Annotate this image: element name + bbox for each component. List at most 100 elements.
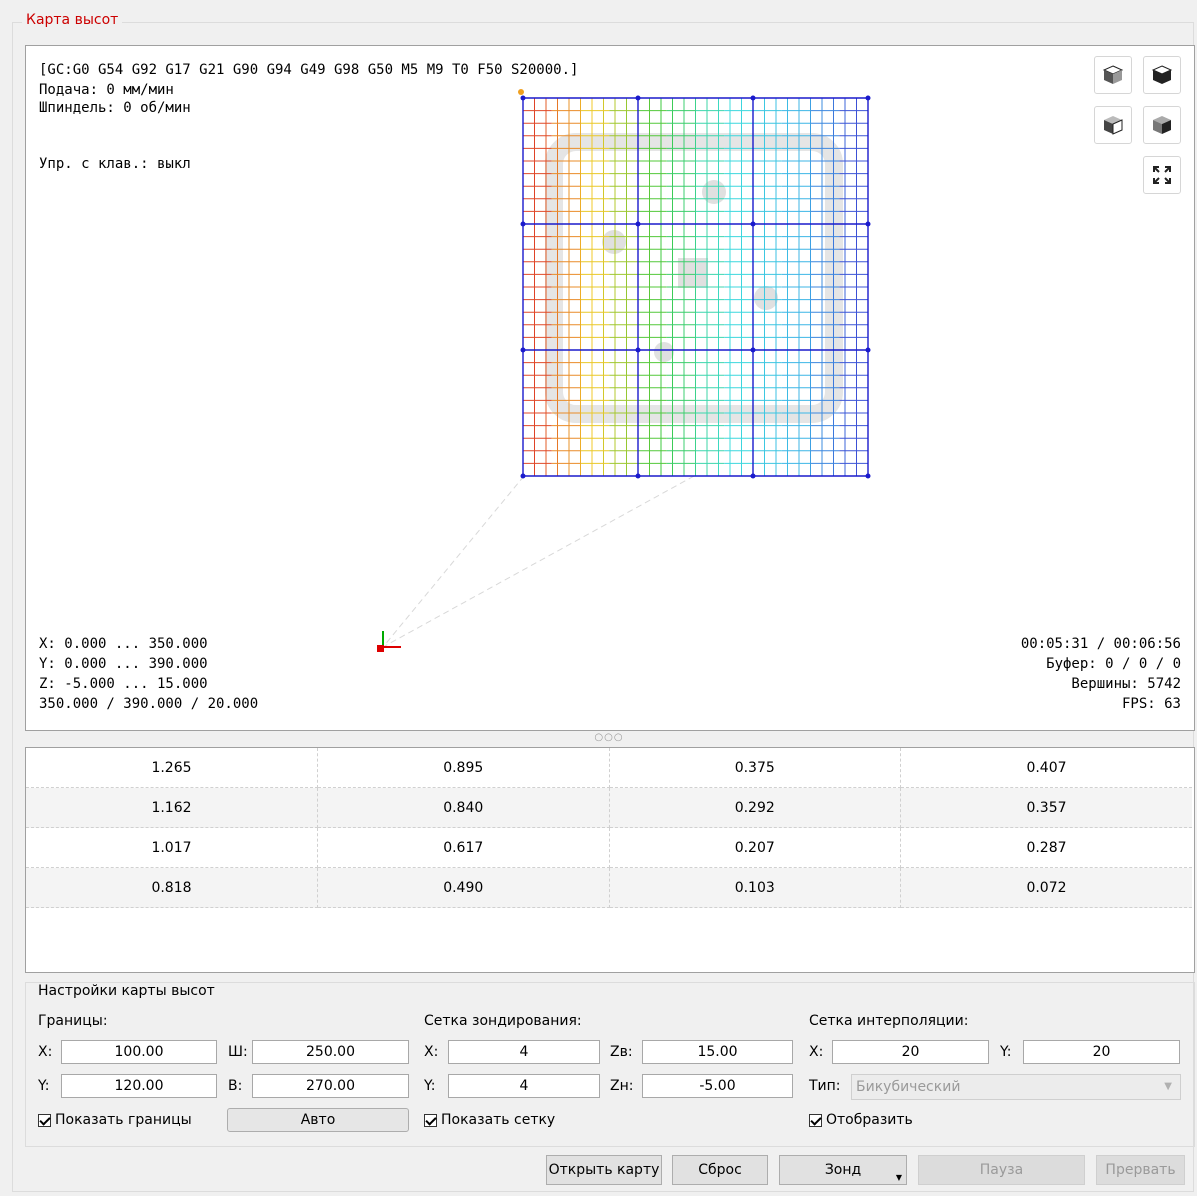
probe-zb-label: Zн: xyxy=(610,1078,634,1094)
table-row: 1.162 0.840 0.292 0.357 xyxy=(26,787,1192,828)
probe-grid-title: Сетка зондирования: xyxy=(424,1013,582,1029)
buffer-status: Буфер: 0 / 0 / 0 xyxy=(1046,656,1181,672)
probe-point xyxy=(520,347,526,353)
probe-point xyxy=(635,95,641,101)
table-cell[interactable]: 0.072 xyxy=(900,867,1192,908)
z-range: Z: -5.000 ... 15.000 xyxy=(39,676,208,692)
group-title: Карта высот xyxy=(22,12,123,28)
table-cell[interactable]: 0.617 xyxy=(317,827,610,868)
table-cell[interactable]: 0.490 xyxy=(317,867,610,908)
probe-z-bottom-field[interactable]: -5.00 xyxy=(642,1074,793,1098)
bounds-w-label: Ш: xyxy=(228,1044,248,1060)
probe-point xyxy=(865,95,871,101)
display-label: Отобразить xyxy=(826,1112,913,1128)
pause-button[interactable]: Пауза xyxy=(918,1155,1085,1185)
auto-button[interactable]: Авто xyxy=(227,1108,409,1132)
probe-point xyxy=(865,473,871,479)
abort-button[interactable]: Прервать xyxy=(1096,1155,1185,1185)
table-cell[interactable]: 1.162 xyxy=(26,787,318,828)
probe-point xyxy=(520,95,526,101)
probe-point xyxy=(520,221,526,227)
bounds-y-field[interactable]: 120.00 xyxy=(61,1074,217,1098)
y-range: Y: 0.000 ... 390.000 xyxy=(39,656,208,672)
bounds-height-field[interactable]: 270.00 xyxy=(252,1074,409,1098)
interp-type-select[interactable]: Бикубический ▼ xyxy=(851,1074,1181,1100)
bounds-h-label: В: xyxy=(228,1078,243,1094)
table-cell[interactable]: 1.265 xyxy=(26,748,318,788)
probe-zt-label: Zв: xyxy=(610,1044,633,1060)
bounds-title: Границы: xyxy=(38,1013,108,1029)
probe-point xyxy=(635,473,641,479)
interp-x-label: X: xyxy=(809,1044,824,1060)
height-table[interactable]: 1.265 0.895 0.375 0.407 1.162 0.840 0.29… xyxy=(25,747,1195,973)
chevron-down-icon: ▼ xyxy=(1164,1081,1172,1092)
interp-y-label: Y: xyxy=(1000,1044,1012,1060)
checkbox-checked-icon[interactable] xyxy=(809,1113,822,1127)
show-bounds-checkbox[interactable]: Показать границы xyxy=(38,1112,192,1128)
probe-x-field[interactable]: 4 xyxy=(448,1040,600,1064)
bounds-x-field[interactable]: 100.00 xyxy=(61,1040,217,1064)
table-cell[interactable]: 0.818 xyxy=(26,867,318,908)
probe-point xyxy=(520,473,526,479)
bounds-x-label: X: xyxy=(38,1044,53,1060)
interp-type-value: Бикубический xyxy=(856,1079,961,1095)
checkbox-checked-icon[interactable] xyxy=(424,1113,437,1127)
table-cell[interactable]: 0.103 xyxy=(609,867,901,908)
table-cell[interactable]: 0.840 xyxy=(317,787,610,828)
probe-point xyxy=(750,95,756,101)
fit-view-icon[interactable] xyxy=(1143,156,1181,194)
probe-button-label: Зонд xyxy=(824,1162,862,1178)
table-row: 1.017 0.617 0.207 0.287 xyxy=(26,827,1192,868)
table-cell[interactable]: 0.375 xyxy=(609,748,901,788)
table-cell[interactable]: 0.357 xyxy=(900,787,1192,828)
dimensions: 350.000 / 390.000 / 20.000 xyxy=(39,696,259,712)
probe-z-top-field[interactable]: 15.00 xyxy=(642,1040,793,1064)
x-range: X: 0.000 ... 350.000 xyxy=(39,636,208,652)
display-checkbox[interactable]: Отобразить xyxy=(809,1112,913,1128)
cube-isometric-icon[interactable] xyxy=(1143,106,1181,144)
table-cell[interactable]: 0.292 xyxy=(609,787,901,828)
interp-y-field[interactable]: 20 xyxy=(1023,1040,1180,1064)
splitter-handle[interactable]: ○○○ xyxy=(25,730,1193,746)
table-cell[interactable]: 0.287 xyxy=(900,827,1192,868)
probe-point xyxy=(750,473,756,479)
probe-point xyxy=(635,347,641,353)
table-cell[interactable]: 0.407 xyxy=(900,748,1192,788)
dropdown-arrow-icon: ▼ xyxy=(895,1173,902,1182)
open-map-button[interactable]: Открыть карту xyxy=(546,1155,662,1185)
probe-point xyxy=(750,347,756,353)
checkbox-checked-icon[interactable] xyxy=(38,1113,51,1127)
probe-y-field[interactable]: 4 xyxy=(448,1074,600,1098)
interp-x-field[interactable]: 20 xyxy=(832,1040,989,1064)
probe-point xyxy=(750,221,756,227)
probe-point xyxy=(635,221,641,227)
interp-grid-title: Сетка интерполяции: xyxy=(809,1013,969,1029)
probe-x-label: X: xyxy=(424,1044,439,1060)
probe-point xyxy=(865,221,871,227)
cube-top-icon[interactable] xyxy=(1143,56,1181,94)
interp-type-label: Тип: xyxy=(809,1078,841,1094)
show-grid-label: Показать сетку xyxy=(441,1112,556,1128)
cube-front-icon[interactable] xyxy=(1094,56,1132,94)
visualizer-viewport[interactable]: [GC:G0 G54 G92 G17 G21 G90 G94 G49 G98 G… xyxy=(25,45,1195,731)
table-cell[interactable]: 1.017 xyxy=(26,827,318,868)
table-cell[interactable]: 0.207 xyxy=(609,827,901,868)
origin-axes-icon xyxy=(377,631,401,652)
fps-status: FPS: 63 xyxy=(1121,696,1181,712)
show-grid-checkbox[interactable]: Показать сетку xyxy=(424,1112,555,1128)
settings-title: Настройки карты высот xyxy=(34,983,219,999)
cube-left-icon[interactable] xyxy=(1094,106,1132,144)
settings-group xyxy=(25,982,1195,1147)
time-status: 00:05:31 / 00:06:56 xyxy=(1020,636,1181,652)
show-bounds-label: Показать границы xyxy=(55,1112,192,1128)
table-row: 0.818 0.490 0.103 0.072 xyxy=(26,867,1192,908)
probe-point xyxy=(865,347,871,353)
heightmap-grid xyxy=(377,89,871,652)
table-cell[interactable]: 0.895 xyxy=(317,748,610,788)
reset-button[interactable]: Сброс xyxy=(672,1155,768,1185)
bounds-width-field[interactable]: 250.00 xyxy=(252,1040,409,1064)
tool-marker xyxy=(518,89,524,95)
probe-button[interactable]: Зонд ▼ xyxy=(779,1155,907,1185)
table-row: 1.265 0.895 0.375 0.407 xyxy=(26,748,1192,788)
vertices-status: Вершины: 5742 xyxy=(1071,676,1181,692)
